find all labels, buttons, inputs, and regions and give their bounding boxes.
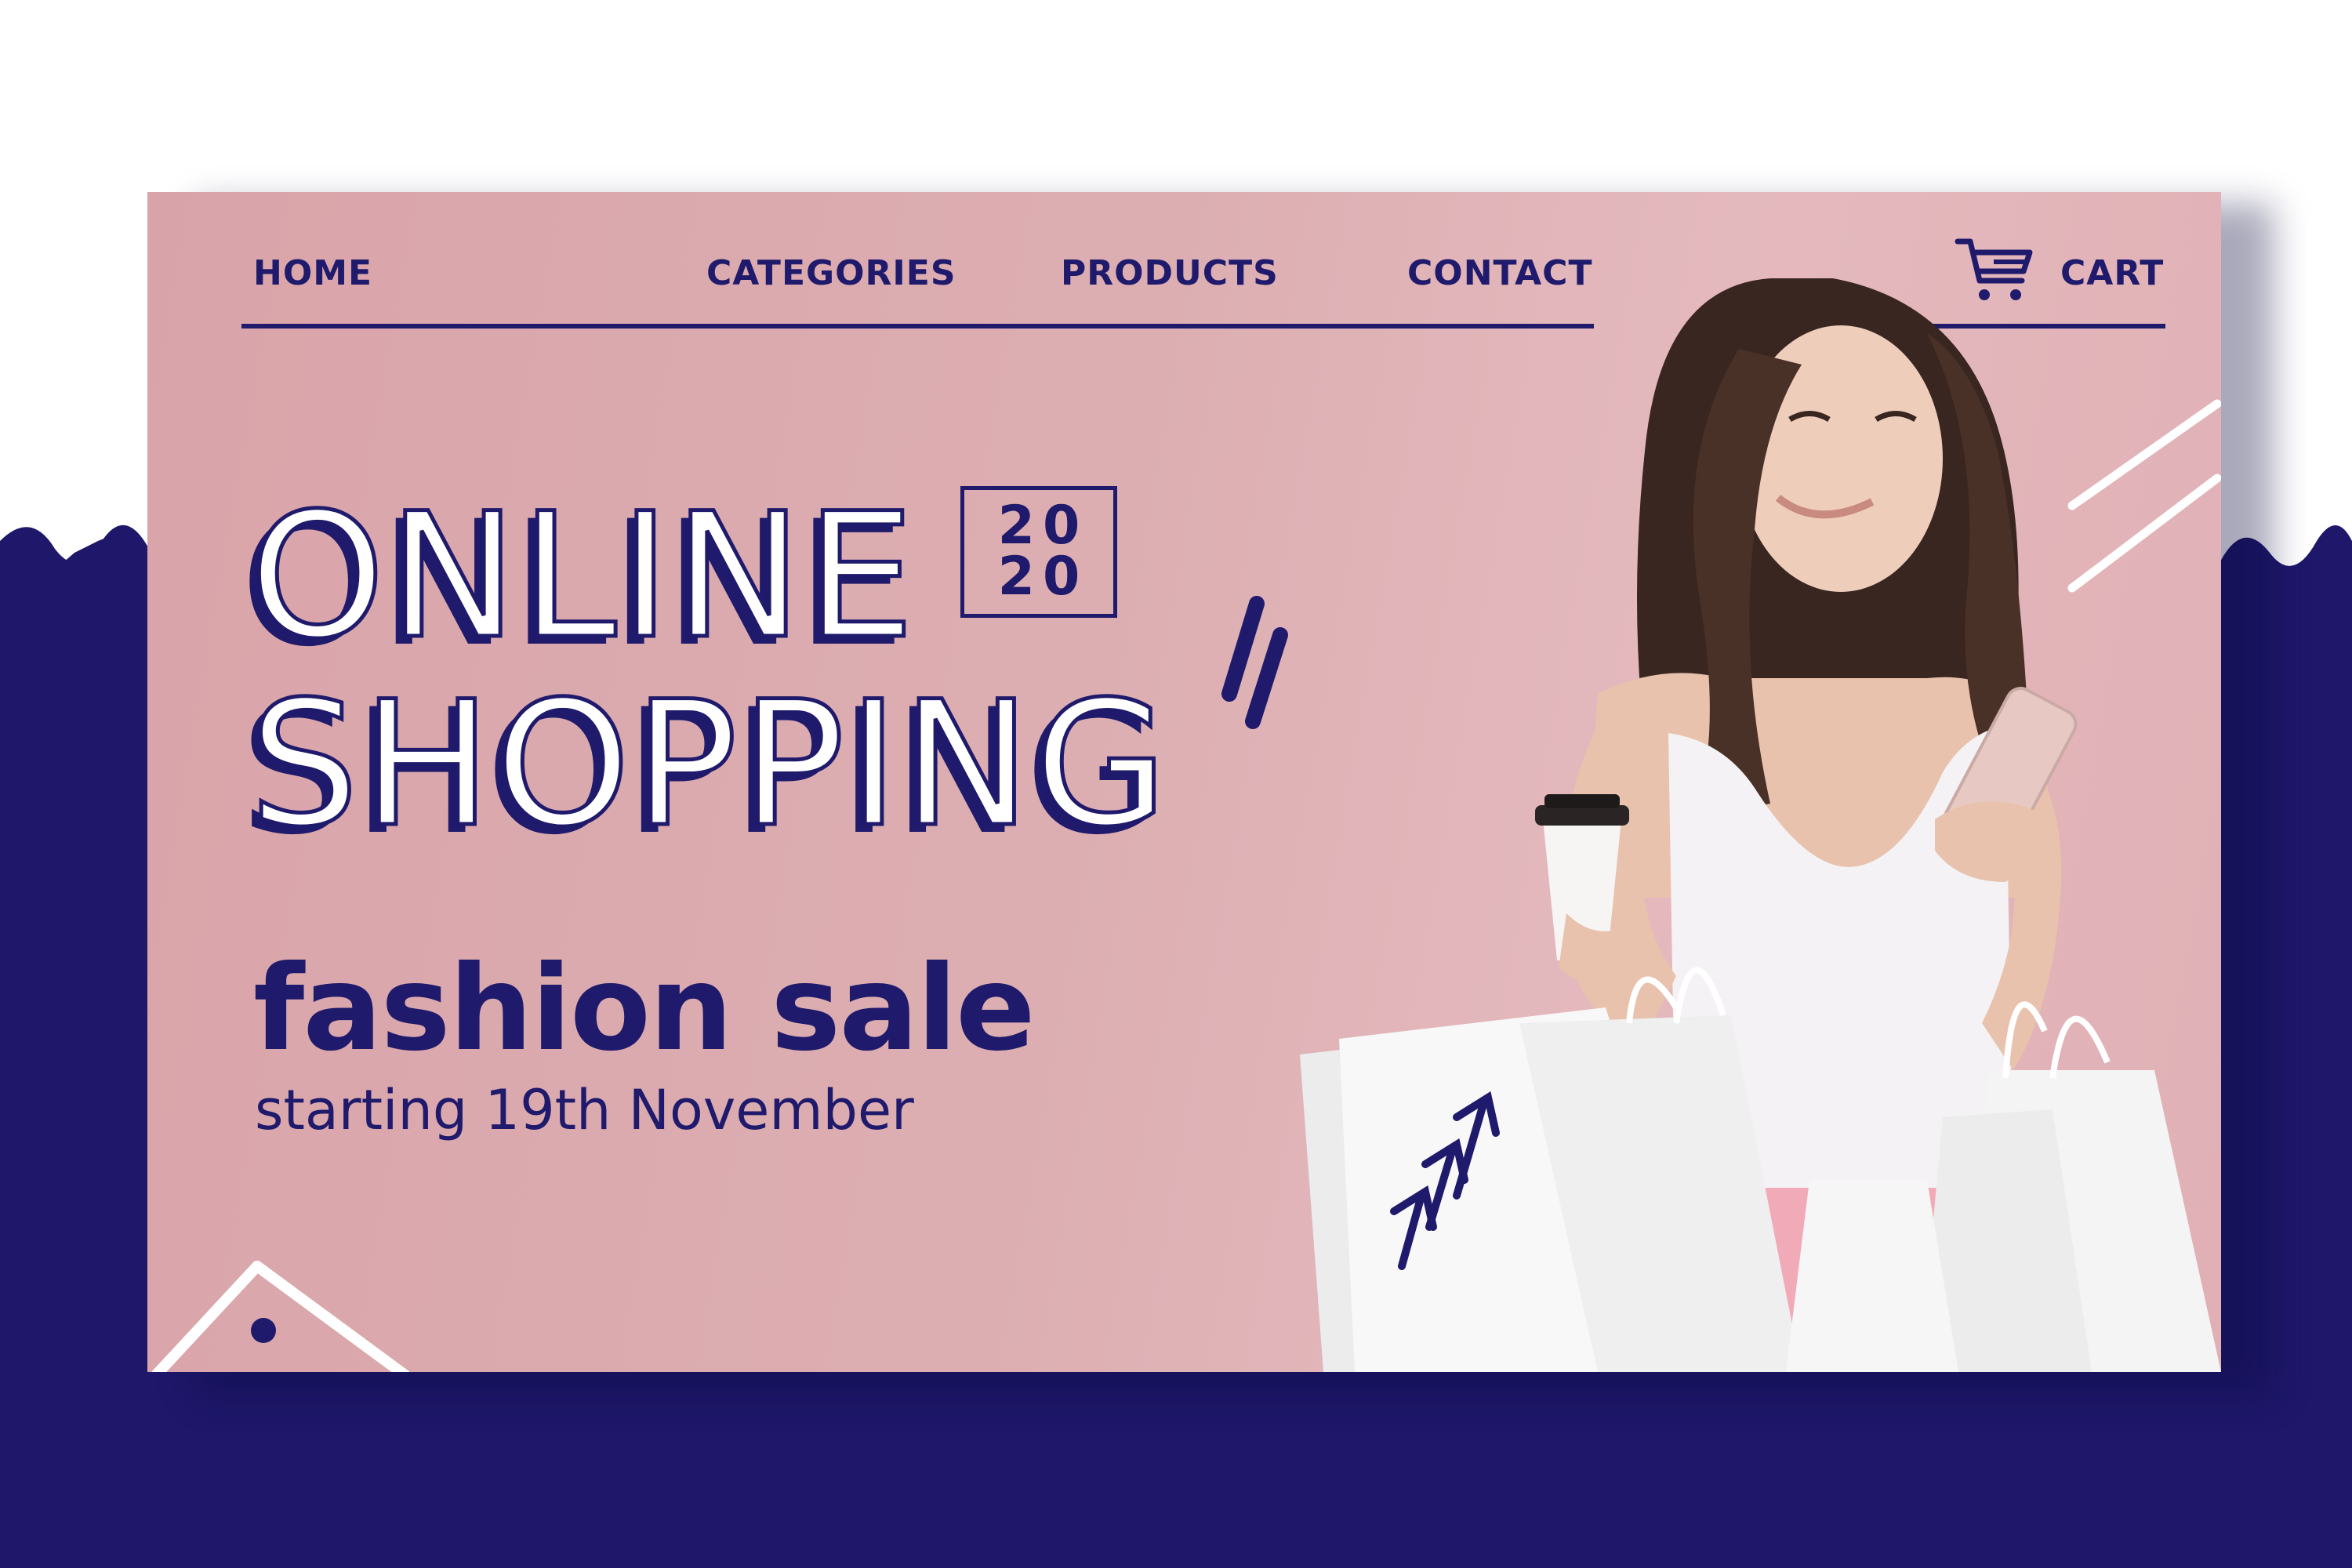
sale-subtitle: starting 19th November xyxy=(255,1078,914,1142)
headline-shopping: SHOPPING xyxy=(248,664,1171,865)
white-lines-decoration xyxy=(2067,399,2221,593)
hero-photo xyxy=(1300,278,2221,1372)
headline-online: ONLINE xyxy=(248,476,918,677)
year-top: 20 xyxy=(997,495,1088,557)
triangle-decoration xyxy=(151,1261,410,1372)
year-bottom: 20 xyxy=(997,546,1088,608)
nav-categories[interactable]: CATEGORIES xyxy=(706,253,956,293)
year-badge: 20 20 xyxy=(960,486,1117,618)
sale-title: fashion sale xyxy=(253,941,1036,1077)
nav-home[interactable]: HOME xyxy=(253,253,372,293)
hero-banner: HOME CATEGORIES PRODUCTS CONTACT CART ON… xyxy=(147,192,2221,1372)
slash-lines-decoration xyxy=(1221,596,1288,729)
